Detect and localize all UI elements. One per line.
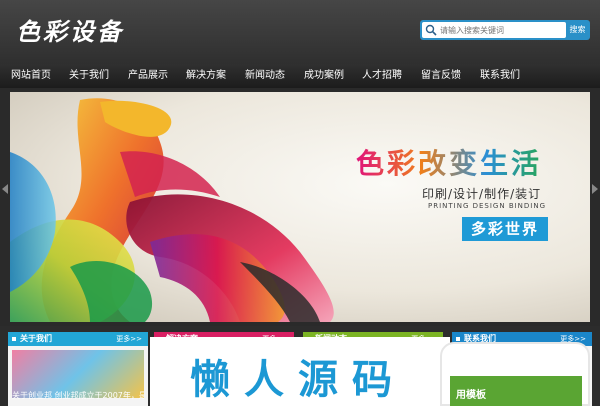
panel-summary: 关于创业邦 创业邦成立于2007年，是中国 bbox=[12, 391, 144, 400]
site-logo[interactable]: 色彩设备 bbox=[16, 12, 124, 47]
nav-item-home[interactable]: 网站首页 bbox=[11, 64, 51, 88]
nav-item-jobs[interactable]: 人才招聘 bbox=[362, 64, 402, 88]
search-bar: 搜索 bbox=[420, 20, 590, 40]
panel-header: 关于我们 更多>> bbox=[8, 332, 148, 346]
watermark-text: 懒人源码 bbox=[190, 357, 406, 403]
nav-item-about[interactable]: 关于我们 bbox=[69, 64, 109, 88]
nav-item-contact[interactable]: 联系我们 bbox=[480, 64, 520, 88]
nav-item-feedback[interactable]: 留言反馈 bbox=[421, 64, 461, 88]
main-nav: 网站首页 关于我们 产品展示 解决方案 新闻动态 成功案例 人才招聘 留言反馈 … bbox=[0, 64, 600, 88]
site-header: 色彩设备 搜索 bbox=[0, 0, 600, 64]
panel-title: 关于我们 bbox=[20, 334, 52, 343]
banner-button[interactable]: 多彩世界 bbox=[462, 217, 548, 241]
nav-item-products[interactable]: 产品展示 bbox=[128, 64, 168, 88]
next-slide-arrow-icon[interactable] bbox=[592, 184, 598, 194]
banner-subtitle-en: PRINTING DESIGN BINDING bbox=[428, 202, 547, 210]
nav-item-news[interactable]: 新闻动态 bbox=[245, 64, 285, 88]
banner-section: 色彩改变生活 印刷/设计/制作/装订 PRINTING DESIGN BINDI… bbox=[0, 88, 600, 326]
more-link[interactable]: 更多>> bbox=[116, 332, 142, 346]
banner-slide[interactable]: 色彩改变生活 印刷/设计/制作/装订 PRINTING DESIGN BINDI… bbox=[10, 92, 590, 322]
search-icon bbox=[425, 24, 437, 36]
panel-about: 关于我们 更多>> 关于创业邦 创业邦成立于2007年，是中国 bbox=[8, 332, 148, 406]
prev-slide-arrow-icon[interactable] bbox=[2, 184, 8, 194]
banner-subtitle: 印刷/设计/制作/装订 bbox=[422, 187, 542, 201]
nav-item-cases[interactable]: 成功案例 bbox=[304, 64, 344, 88]
banner-slogan: 色彩改变生活 bbox=[356, 142, 542, 182]
bullet-icon bbox=[456, 337, 460, 341]
phone-graphic: 用模板 bbox=[440, 342, 590, 406]
phone-text: 用模板 bbox=[456, 390, 486, 401]
nav-item-solutions[interactable]: 解决方案 bbox=[186, 64, 226, 88]
bullet-icon bbox=[12, 337, 16, 341]
search-box bbox=[422, 22, 566, 38]
search-button[interactable]: 搜索 bbox=[567, 22, 588, 38]
search-input[interactable] bbox=[440, 22, 564, 38]
watermark-overlay: 懒人源码 bbox=[150, 337, 450, 406]
